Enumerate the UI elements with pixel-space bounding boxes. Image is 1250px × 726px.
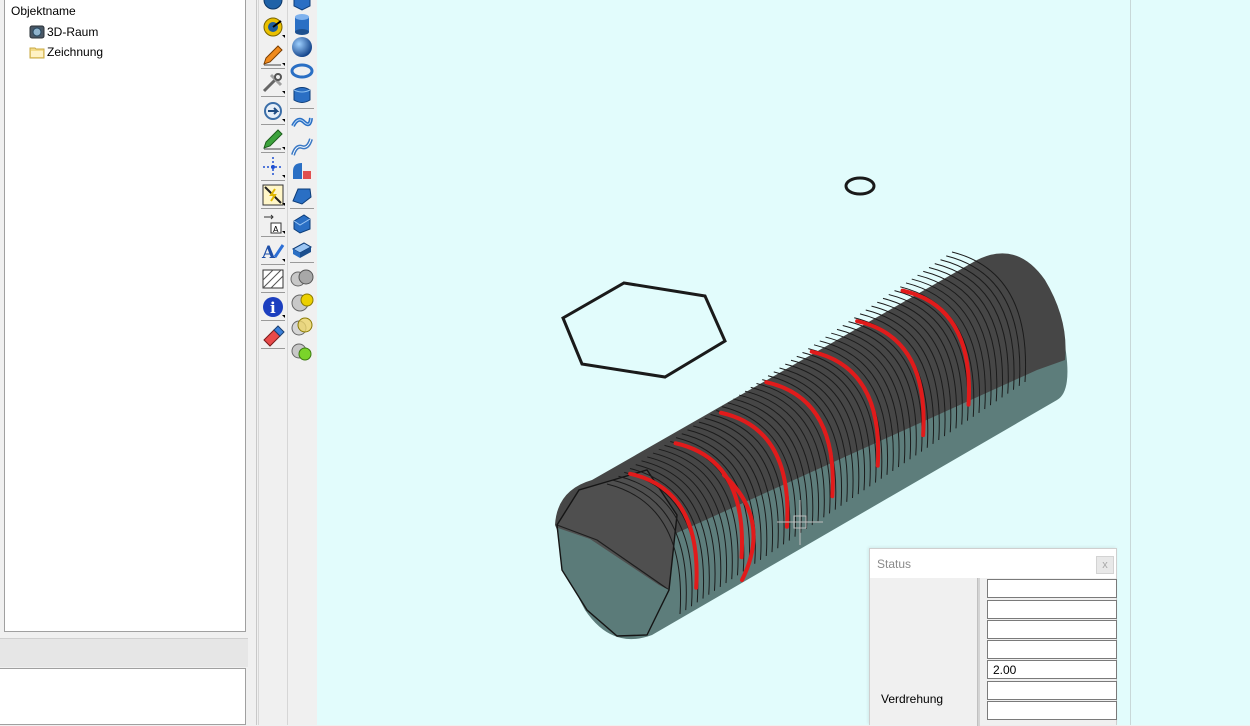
tree-header: Objektname [11, 4, 76, 18]
solid-cut-button[interactable] [290, 159, 314, 183]
wedge-icon [290, 183, 314, 207]
boolean-intersect-button[interactable] [290, 314, 314, 338]
status-label-column: Verdrehung [870, 578, 977, 726]
close-button[interactable]: x [1096, 556, 1114, 574]
boolean-subtract-button[interactable] [290, 290, 314, 314]
cylinder-icon [290, 12, 314, 36]
status-title: Status [877, 557, 912, 571]
ring-profile [844, 176, 876, 196]
status-field-4[interactable] [987, 640, 1117, 659]
slab-icon [290, 237, 314, 261]
tree-item-label: 3D-Raum [47, 25, 99, 39]
dimension-button[interactable]: A [261, 211, 285, 235]
folder-icon [29, 45, 45, 59]
tools-button[interactable] [261, 71, 285, 95]
svg-text:A: A [261, 243, 276, 263]
close-icon: x [1102, 559, 1108, 571]
boolean-intersect-icon [290, 314, 314, 338]
globe-button[interactable] [261, 0, 285, 12]
eraser-icon [261, 323, 285, 347]
sphere-button[interactable] [290, 35, 314, 59]
crosshair-points-button[interactable] [261, 155, 285, 179]
box-icon [290, 0, 314, 12]
tree-item-3d-raum[interactable]: 3D-Raum [29, 23, 98, 41]
torus-button[interactable] [290, 59, 314, 83]
chamfer-cylinder-button[interactable] [290, 82, 314, 106]
verdrehung-label: Verdrehung [881, 692, 944, 706]
status-field-7[interactable] [987, 701, 1117, 720]
rotate-button[interactable] [261, 99, 285, 123]
eraser-button[interactable] [261, 323, 285, 347]
solids-toolbar [287, 0, 318, 725]
status-column-divider[interactable] [977, 578, 980, 726]
tree-scrollbar-area [0, 638, 248, 667]
slab-button[interactable] [290, 237, 314, 261]
extrude-icon [290, 211, 314, 235]
cylinder-button[interactable] [290, 12, 314, 36]
measure-button[interactable] [261, 183, 285, 207]
drawing-toolbar: A A i [258, 0, 287, 725]
hexagon-profile [561, 281, 727, 379]
sweep-button[interactable] [290, 110, 314, 134]
status-field-6[interactable] [987, 681, 1117, 700]
boolean-union-button[interactable] [290, 266, 314, 290]
solid-cut-icon [290, 159, 314, 183]
hatch-icon [261, 267, 285, 291]
svg-text:i: i [270, 299, 276, 317]
status-field-1[interactable] [987, 579, 1117, 598]
properties-panel [0, 668, 246, 725]
hatch-button[interactable] [261, 267, 285, 291]
boolean-subtract-icon [290, 290, 314, 314]
render-button[interactable] [290, 338, 314, 362]
globe-icon [261, 0, 285, 12]
wedge-button[interactable] [290, 183, 314, 207]
sphere-icon [290, 35, 314, 59]
status-field-3[interactable] [987, 620, 1117, 639]
tree-item-label: Zeichnung [47, 45, 104, 59]
3d-space-icon [29, 25, 45, 39]
boolean-union-icon [290, 266, 314, 290]
pipe-button[interactable] [290, 135, 314, 159]
text-button[interactable]: A [261, 239, 285, 263]
pipe-icon [290, 135, 314, 159]
status-dialog: Status x Verdrehung [869, 548, 1117, 726]
snap-button[interactable] [261, 15, 285, 39]
pen-edit-button[interactable] [261, 127, 285, 151]
pencil-draw-button[interactable] [261, 43, 285, 67]
panel-splitter[interactable] [248, 0, 257, 725]
tree-item-zeichnung[interactable]: Zeichnung [29, 43, 103, 61]
render-icon [290, 338, 314, 362]
object-tree-panel: Objektname 3D-Raum Zeichnung [4, 0, 246, 632]
status-field-2[interactable] [987, 600, 1117, 619]
chamfer-cylinder-icon [290, 82, 314, 106]
extrude-button[interactable] [290, 211, 314, 235]
viewport-right-area [1130, 0, 1250, 725]
verdrehung-field[interactable] [987, 660, 1117, 679]
torus-icon [290, 59, 314, 83]
sweep-icon [290, 110, 314, 134]
svg-text:A: A [273, 225, 279, 234]
box-button[interactable] [290, 0, 314, 12]
status-titlebar[interactable]: Status x [870, 549, 1116, 578]
info-button[interactable]: i [261, 295, 285, 319]
